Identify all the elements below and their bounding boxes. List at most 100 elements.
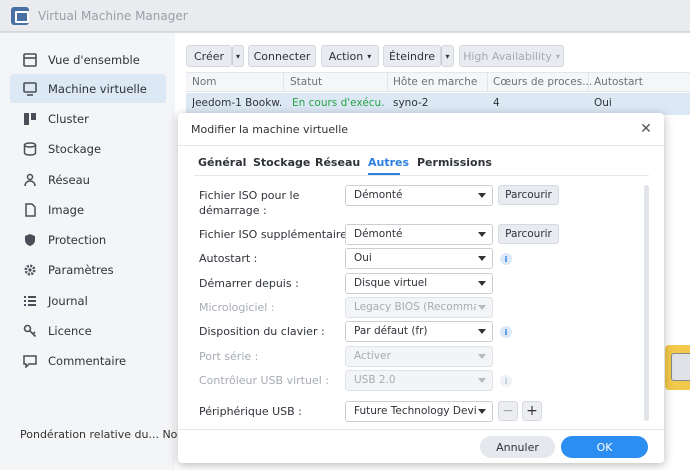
info-icon[interactable]: i <box>500 326 512 338</box>
app-title: Virtual Machine Manager <box>38 9 188 23</box>
sidebar-item-label: Licence <box>48 323 92 338</box>
title-bar: Virtual Machine Manager <box>0 0 690 32</box>
sidebar-item-comment[interactable]: Commentaire <box>10 346 166 375</box>
storage-icon <box>22 141 38 157</box>
column-header-status[interactable]: Statut <box>290 76 322 88</box>
boot-iso-browse-button[interactable]: Parcourir <box>498 185 559 205</box>
keyboard-layout-label: Disposition du clavier : <box>199 325 325 338</box>
extra-iso-select[interactable]: Démonté <box>345 224 493 245</box>
sidebar-item-label: Réseau <box>48 172 90 187</box>
usb-device-value: Future Technology Device <box>354 405 476 417</box>
autostart-value: Oui <box>354 252 372 264</box>
connect-button[interactable]: Connecter <box>248 45 316 67</box>
cancel-button[interactable]: Annuler <box>480 436 555 458</box>
chevron-down-icon <box>478 409 486 414</box>
chevron-down-icon: ▾ <box>445 51 450 61</box>
vm-cores: 4 <box>493 97 500 109</box>
boot-iso-select[interactable]: Démonté <box>345 185 493 206</box>
sidebar-item-storage[interactable]: Stockage <box>10 134 166 163</box>
key-icon <box>22 323 38 339</box>
overview-icon <box>22 52 38 68</box>
sidebar-item-protection[interactable]: Protection <box>10 225 166 254</box>
tab-permissions[interactable]: Permissions <box>417 156 492 169</box>
info-icon: i <box>500 375 512 387</box>
extra-iso-value: Démonté <box>354 228 403 240</box>
remove-usb-button[interactable]: − <box>498 401 518 421</box>
vm-table-header: Nom Statut Hôte en marche Cœurs de proce… <box>186 72 690 92</box>
dialog-title: Modifier la machine virtuelle <box>191 123 349 136</box>
background-detail-text: Pondération relative du... Normal <box>20 428 203 441</box>
add-usb-button[interactable]: + <box>522 401 542 421</box>
sidebar-item-overview[interactable]: Vue d'ensemble <box>10 45 166 74</box>
serial-port-select[interactable]: Activer <box>345 346 493 367</box>
tab-network[interactable]: Réseau <box>315 156 360 169</box>
chevron-down-icon: ▾ <box>555 51 560 61</box>
sidebar-item-license[interactable]: Licence <box>10 316 166 345</box>
scrollbar[interactable] <box>644 185 649 421</box>
chevron-down-icon <box>478 305 486 310</box>
info-icon[interactable]: i <box>500 253 512 265</box>
column-header-autostart[interactable]: Autostart <box>594 76 643 88</box>
column-header-cores[interactable]: Cœurs de proces... <box>493 76 592 88</box>
sidebar-item-network[interactable]: Réseau <box>10 165 166 194</box>
sidebar-item-cluster[interactable]: Cluster <box>10 104 166 133</box>
chevron-down-icon <box>478 256 486 261</box>
boot-from-value: Disque virtuel <box>354 277 428 289</box>
sidebar-item-label: Stockage <box>48 141 102 156</box>
sidebar-item-label: Commentaire <box>48 353 127 368</box>
column-header-name[interactable]: Nom <box>192 76 217 88</box>
chevron-down-icon <box>478 354 486 359</box>
tab-divider <box>194 175 649 176</box>
chevron-down-icon <box>478 378 486 383</box>
image-icon <box>22 202 38 218</box>
divider <box>178 429 664 430</box>
comment-icon <box>22 353 38 369</box>
tab-other[interactable]: Autres <box>368 156 409 169</box>
usb-device-select[interactable]: Future Technology Device <box>345 401 493 422</box>
sidebar-item-settings[interactable]: Paramètres <box>10 255 166 284</box>
create-button[interactable]: Créer <box>186 45 232 67</box>
keyboard-layout-value: Par défaut (fr) <box>354 325 428 337</box>
column-header-host[interactable]: Hôte en marche <box>393 76 477 88</box>
extra-iso-browse-button[interactable]: Parcourir <box>498 224 559 244</box>
tab-general[interactable]: Général <box>198 156 246 169</box>
action-menu-button[interactable]: Action ▾ <box>321 45 379 67</box>
serial-port-value: Activer <box>354 350 391 362</box>
shutdown-dropdown-button[interactable]: ▾ <box>441 45 454 67</box>
sidebar-item-label: Vue d'ensemble <box>48 52 140 67</box>
tab-storage[interactable]: Stockage <box>253 156 310 169</box>
sidebar-item-label: Journal <box>48 293 88 308</box>
autostart-select[interactable]: Oui <box>345 248 493 269</box>
sidebar-item-virtual-machine[interactable]: Machine virtuelle <box>10 74 166 103</box>
sidebar-item-image[interactable]: Image <box>10 195 166 224</box>
usb-controller-value: USB 2.0 <box>354 374 396 386</box>
close-icon[interactable]: ✕ <box>639 121 653 137</box>
firmware-label: Micrologiciel : <box>199 301 275 314</box>
boot-from-label: Démarrer depuis : <box>199 277 299 290</box>
edit-vm-dialog: Modifier la machine virtuelle ✕ Général … <box>178 113 664 463</box>
sidebar-item-label: Protection <box>48 232 107 247</box>
boot-from-select[interactable]: Disque virtuel <box>345 273 493 294</box>
usb-controller-label: Contrôleur USB virtuel : <box>199 374 329 387</box>
ok-button[interactable]: OK <box>561 436 648 458</box>
sidebar-item-log[interactable]: Journal <box>10 286 166 315</box>
sidebar-item-label: Image <box>48 202 85 217</box>
create-dropdown-button[interactable]: ▾ <box>232 45 244 67</box>
autostart-label: Autostart : <box>199 252 258 265</box>
usb-device-label: Périphérique USB : <box>199 405 302 418</box>
high-availability-label: High Availability <box>463 49 552 63</box>
firmware-select[interactable]: Legacy BIOS (Recomman <box>345 297 493 318</box>
chevron-down-icon <box>478 281 486 286</box>
vm-status: En cours d'exécu... <box>292 97 384 109</box>
keyboard-layout-select[interactable]: Par défaut (fr) <box>345 321 493 342</box>
usb-controller-select[interactable]: USB 2.0 <box>345 370 493 391</box>
table-row[interactable]: Jeedom-1 Bookw... En cours d'exécu... sy… <box>186 93 690 115</box>
chevron-down-icon: ▾ <box>367 51 372 61</box>
high-availability-button[interactable]: High Availability ▾ <box>459 45 564 67</box>
gear-icon <box>22 262 38 278</box>
shutdown-button[interactable]: Éteindre <box>383 45 441 67</box>
sidebar-item-label: Paramètres <box>48 262 114 277</box>
chevron-down-icon <box>478 193 486 198</box>
active-tab-indicator <box>368 173 400 175</box>
app-logo-icon <box>11 7 29 25</box>
